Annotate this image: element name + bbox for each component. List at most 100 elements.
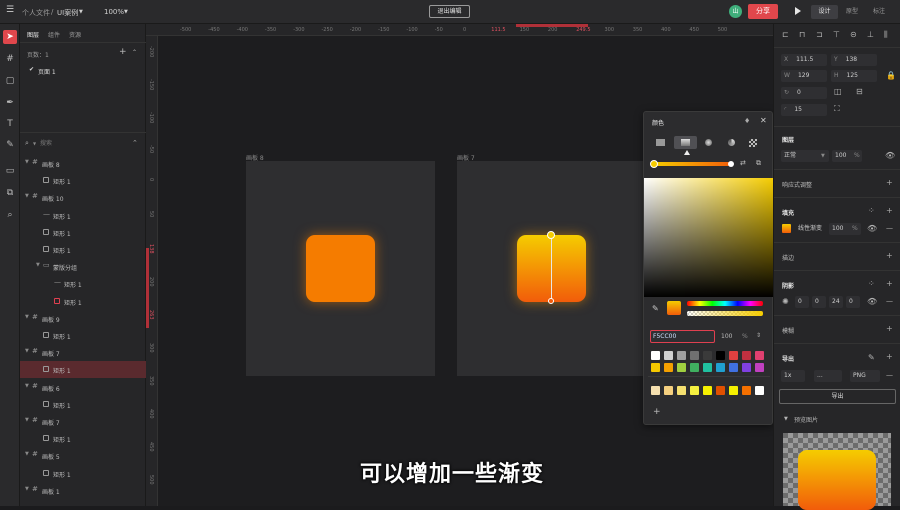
distribute-icon[interactable]: ⫼ <box>884 30 888 40</box>
slice-icon[interactable]: ✎ <box>868 353 875 362</box>
add-page-icon[interactable]: + <box>119 47 127 57</box>
responsive-title[interactable]: 响应式调整 <box>782 180 812 189</box>
layer-search-input[interactable] <box>40 138 120 149</box>
x-field[interactable]: X 111.5 <box>781 54 827 66</box>
add-fill-icon[interactable]: + <box>886 206 893 215</box>
play-icon[interactable] <box>795 7 801 15</box>
breadcrumb-file[interactable]: UI案例 <box>57 8 78 18</box>
eye-icon[interactable]: 👁 <box>885 151 895 160</box>
y-field[interactable]: Y 138 <box>831 54 877 66</box>
chevron-down-icon[interactable]: ▼ <box>33 141 36 146</box>
remove-icon[interactable]: — <box>886 371 893 379</box>
orange-rectangle[interactable] <box>306 235 375 302</box>
layer-row[interactable]: ▼ # 画板 10 <box>20 189 146 206</box>
add-responsive-icon[interactable]: + <box>886 178 893 187</box>
page-item[interactable]: 页面 1 <box>38 67 56 76</box>
add-stroke-icon[interactable]: + <box>886 251 893 260</box>
shadow-spread[interactable]: 0 <box>846 296 860 308</box>
gradient-end-handle[interactable] <box>548 298 554 304</box>
chevron-down-icon[interactable]: ▼ <box>124 9 128 15</box>
color-swatch[interactable] <box>690 351 699 360</box>
color-swatch[interactable] <box>716 351 725 360</box>
color-swatch[interactable] <box>755 351 764 360</box>
droplet-icon[interactable]: ♦ <box>744 117 750 125</box>
color-swatch[interactable] <box>742 363 751 372</box>
layer-row[interactable]: ▼ ▭ 蒙版分组 <box>20 258 146 275</box>
color-swatch[interactable] <box>651 386 660 395</box>
opacity-slider[interactable] <box>687 311 763 316</box>
layer-row[interactable]: — 矩形 1 <box>20 275 146 292</box>
add-swatch-icon[interactable]: + <box>653 407 661 417</box>
chevron-down-icon[interactable]: ▼ <box>36 262 40 268</box>
export-button[interactable]: 导出 <box>779 389 896 404</box>
chevron-down-icon[interactable]: ▼ <box>784 416 788 422</box>
add-shadow-icon[interactable]: + <box>886 279 893 288</box>
color-swatch[interactable] <box>729 386 738 395</box>
artboard-7[interactable] <box>457 161 646 376</box>
hex-input[interactable] <box>650 330 715 343</box>
chevron-up-icon[interactable]: ⌃ <box>132 49 137 56</box>
add-export-icon[interactable]: + <box>886 352 893 361</box>
gradient-stop-start[interactable] <box>650 160 658 168</box>
eye-icon[interactable]: 👁 <box>867 297 877 306</box>
color-swatch[interactable] <box>703 351 712 360</box>
hue-slider[interactable] <box>687 301 763 306</box>
angular-gradient-icon[interactable] <box>728 139 735 146</box>
chevron-down-icon[interactable]: ▼ <box>25 314 29 320</box>
gradient-stop-end[interactable] <box>728 161 734 167</box>
comment-tool-icon[interactable]: ▭ <box>3 164 17 178</box>
align-right-icon[interactable]: ⊐ <box>816 30 823 39</box>
menu-icon[interactable]: ☰ <box>6 5 14 15</box>
remove-icon[interactable]: — <box>886 224 893 232</box>
pencil-tool-icon[interactable]: ✎ <box>3 138 17 152</box>
blend-mode-select[interactable]: 正常 ▼ <box>781 150 829 162</box>
layer-row[interactable]: 矩形 1 <box>20 327 146 344</box>
tab-prototype[interactable]: 原型 <box>841 5 863 19</box>
align-middle-icon[interactable]: ⊝ <box>850 30 857 39</box>
gradient-handle-line[interactable] <box>551 235 552 302</box>
export-suffix-field[interactable]: ... <box>814 370 842 382</box>
layer-row[interactable]: ▼ # 画板 9 <box>20 310 146 327</box>
share-button[interactable]: 分享 <box>748 4 778 19</box>
shadow-y[interactable]: 0 <box>812 296 826 308</box>
sun-icon[interactable]: ✺ <box>782 297 789 306</box>
color-swatch[interactable] <box>729 363 738 372</box>
exit-edit-button[interactable]: 退出编辑 <box>429 5 470 18</box>
search-icon[interactable]: ⌕ <box>3 208 17 222</box>
tab-components[interactable]: 组件 <box>48 30 60 39</box>
chevron-down-icon[interactable]: ▼ <box>25 486 29 492</box>
align-top-icon[interactable]: ⊤ <box>833 30 840 39</box>
color-swatch[interactable] <box>716 386 725 395</box>
grid-dots-icon[interactable]: ⁘ <box>868 206 875 215</box>
layer-row[interactable]: 矩形 1 <box>20 172 146 189</box>
chevron-down-icon[interactable]: ▼ <box>25 193 29 199</box>
layer-row[interactable]: 矩形 1 <box>20 361 146 379</box>
color-swatch[interactable] <box>742 351 751 360</box>
text-tool-icon[interactable]: T <box>3 117 17 131</box>
layer-row[interactable]: ▼ # 画板 8 <box>20 155 146 172</box>
artboard-8[interactable] <box>246 161 435 376</box>
eyedropper-icon[interactable]: ✎ <box>652 304 659 313</box>
fill-type[interactable]: 线性渐变 <box>795 223 827 235</box>
chevron-down-icon[interactable]: ▼ <box>25 417 29 423</box>
layer-row[interactable]: ▼ # 画板 7 <box>20 344 146 361</box>
lock-icon[interactable]: 🔒 <box>886 71 896 80</box>
fill-color-swatch[interactable] <box>782 224 791 233</box>
preview-label[interactable]: 预览图片 <box>794 415 818 424</box>
rotation-field[interactable]: ↻ 0 <box>781 87 827 99</box>
radius-field[interactable]: ◜ 15 <box>781 104 827 116</box>
width-field[interactable]: W 129 <box>781 70 827 82</box>
select-tool-icon[interactable]: ➤ <box>3 30 17 44</box>
swap-icon[interactable]: ⇄ <box>740 159 746 167</box>
tab-design[interactable]: 设计 <box>811 5 838 19</box>
export-scale-select[interactable]: 1x <box>781 370 805 382</box>
layer-row[interactable]: 矩形 1 <box>20 430 146 447</box>
layer-row[interactable]: ▼ # 画板 1 <box>20 482 146 499</box>
color-swatch[interactable] <box>651 351 660 360</box>
add-blur-icon[interactable]: + <box>886 324 893 333</box>
layer-row[interactable]: 矩形 1 <box>20 224 146 241</box>
stepper-icon[interactable]: ⇕ <box>756 332 761 339</box>
layer-row[interactable]: 矩形 1 <box>20 293 146 310</box>
gradient-slider[interactable] <box>653 162 733 166</box>
color-swatch[interactable] <box>755 363 764 372</box>
